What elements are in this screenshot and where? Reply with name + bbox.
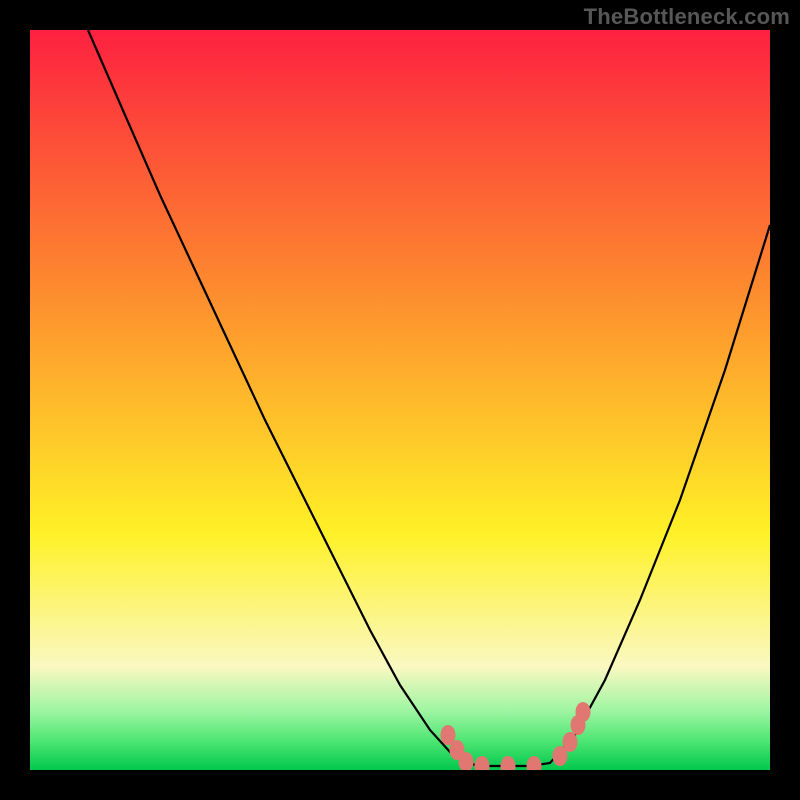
chart-container: TheBottleneck.com xyxy=(0,0,800,800)
gradient-bg xyxy=(30,30,770,770)
curve-marker xyxy=(576,702,591,722)
plot-area xyxy=(30,30,770,770)
curve-marker xyxy=(563,732,578,752)
watermark-text: TheBottleneck.com xyxy=(584,4,790,30)
plot-svg xyxy=(30,30,770,770)
